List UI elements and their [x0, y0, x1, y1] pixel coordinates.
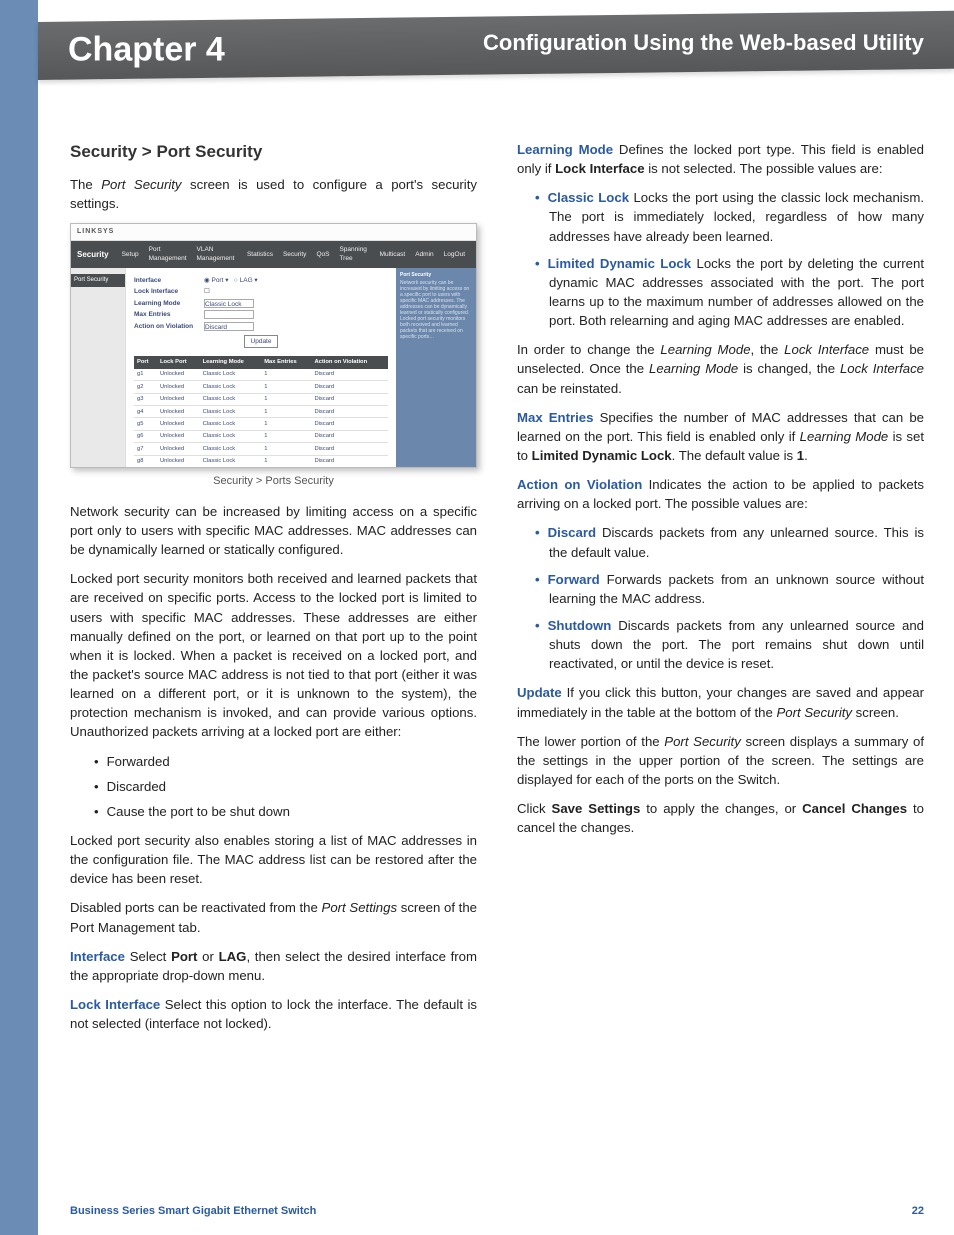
left-accent-bar [0, 0, 38, 1235]
paragraph: In order to change the Learning Mode, th… [517, 340, 924, 397]
chapter-header: Chapter 4 Configuration Using the Web-ba… [38, 11, 954, 80]
page-footer: Business Series Smart Gigabit Ethernet S… [70, 1205, 924, 1217]
intro-paragraph: The Port Security screen is used to conf… [70, 175, 477, 213]
paragraph: Locked port security also enables storin… [70, 831, 477, 888]
screenshot-form: Interface◉ Port ▾ ○ LAG ▾ Lock Interface… [126, 268, 396, 468]
screenshot-frame: LINKSYS Security Setup Port Management V… [70, 223, 477, 468]
screenshot-help-panel: Port Security Network security can be in… [396, 268, 476, 468]
list-item: Forward Forwards packets from an unknown… [535, 570, 924, 608]
list-item: Cause the port to be shut down [94, 802, 477, 821]
definition-interface: Interface Select Port or LAG, then selec… [70, 947, 477, 985]
list-item: Discarded [94, 777, 477, 796]
page-body: Security > Port Security The Port Securi… [70, 140, 924, 1185]
paragraph: Locked port security monitors both recei… [70, 569, 477, 741]
list-item: Forwarded [94, 752, 477, 771]
screenshot-figure: LINKSYS Security Setup Port Management V… [70, 223, 477, 468]
list-item: Shutdown Discards packets from any unlea… [535, 616, 924, 673]
page-number: 22 [912, 1205, 924, 1217]
screenshot-sidebar-item: Port Security [71, 274, 125, 287]
paragraph: Disabled ports can be reactivated from t… [70, 898, 477, 936]
chapter-label: Chapter 4 [68, 30, 225, 69]
learning-mode-list: Classic Lock Locks the port using the cl… [535, 188, 924, 330]
screenshot-table: Port Lock Port Learning Mode Max Entries… [134, 356, 388, 467]
definition-learning-mode: Learning Mode Defines the locked port ty… [517, 140, 924, 178]
section-title: Security > Port Security [70, 140, 477, 165]
bullet-list: Forwarded Discarded Cause the port to be… [94, 752, 477, 821]
action-list: Discard Discards packets from any unlear… [535, 523, 924, 673]
definition-action-on-violation: Action on Violation Indicates the action… [517, 475, 924, 513]
definition-update: Update If you click this button, your ch… [517, 683, 924, 721]
paragraph: Click Save Settings to apply the changes… [517, 799, 924, 837]
list-item: Classic Lock Locks the port using the cl… [535, 188, 924, 245]
chapter-subtitle: Configuration Using the Web-based Utilit… [483, 30, 924, 56]
screenshot-sidebar: Port Security [71, 268, 126, 468]
definition-max-entries: Max Entries Specifies the number of MAC … [517, 408, 924, 465]
screenshot-nav: Security Setup Port Management VLAN Mana… [71, 241, 476, 268]
definition-lock-interface: Lock Interface Select this option to loc… [70, 995, 477, 1033]
figure-caption: Security > Ports Security [70, 474, 477, 490]
paragraph: The lower portion of the Port Security s… [517, 732, 924, 789]
list-item: Discard Discards packets from any unlear… [535, 523, 924, 561]
paragraph: Network security can be increased by lim… [70, 502, 477, 559]
screenshot-nav-main: Security [77, 249, 109, 261]
list-item: Limited Dynamic Lock Locks the port by d… [535, 254, 924, 331]
footer-left: Business Series Smart Gigabit Ethernet S… [70, 1205, 316, 1217]
screenshot-brand: LINKSYS [71, 224, 476, 241]
